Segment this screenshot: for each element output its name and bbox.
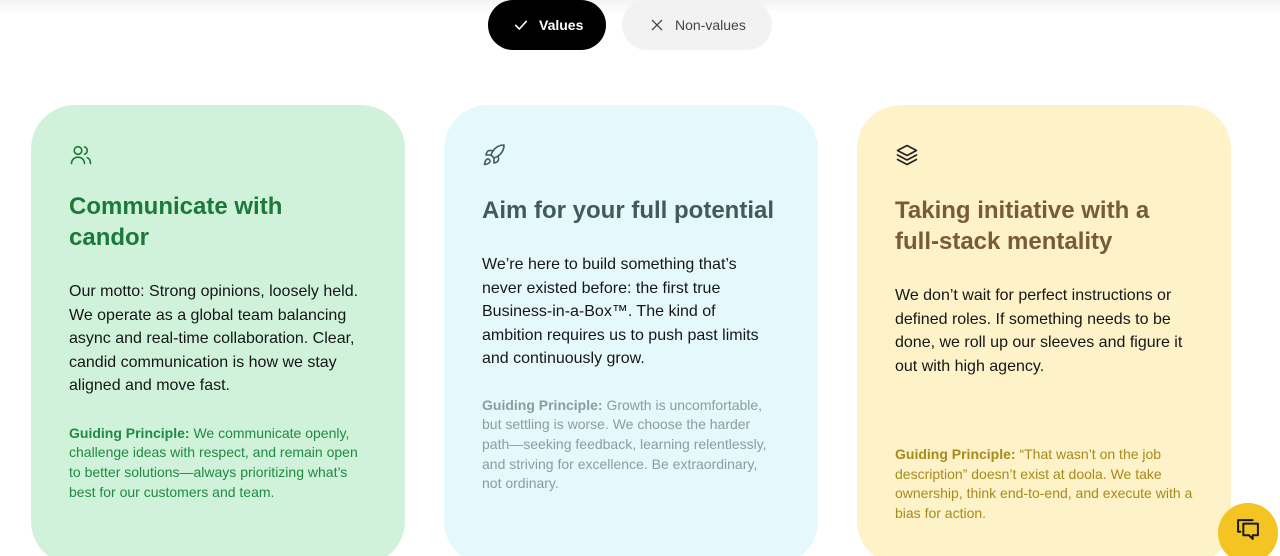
card-title: Communicate with candor — [69, 193, 283, 251]
card-description: We don’t wait for perfect instructions o… — [895, 287, 1183, 375]
card-title: Aim for your full potential — [482, 197, 774, 224]
guiding-principle: Guiding Principle: Growth is uncomfortab… — [482, 396, 780, 495]
values-tab[interactable]: Values — [488, 0, 606, 50]
value-card-initiative: Taking initiative with a full-stack ment… — [857, 105, 1231, 556]
guiding-principle-label: Guiding Principle: — [895, 446, 1016, 462]
card-description: We’re here to build something that’s nev… — [482, 256, 759, 367]
value-card-candor: Communicate with candor Our motto: Stron… — [31, 105, 405, 556]
chat-launcher-button[interactable] — [1218, 503, 1278, 556]
close-icon — [651, 19, 663, 31]
non-values-tab[interactable]: Non-values — [622, 0, 772, 50]
values-tab-label: Values — [539, 17, 584, 33]
chat-bubbles-icon — [1237, 519, 1259, 540]
users-icon — [69, 143, 93, 167]
guiding-principle: Guiding Principle: “That wasn’t on the j… — [895, 445, 1193, 524]
values-toggle-group: Values Non-values — [488, 0, 772, 50]
check-icon — [514, 20, 528, 30]
card-description: Our motto: Strong opinions, loosely held… — [69, 283, 359, 394]
layers-icon — [895, 143, 919, 167]
guiding-principle-label: Guiding Principle: — [69, 424, 190, 441]
value-card-potential: Aim for your full potential We’re here t… — [444, 105, 818, 556]
guiding-principle: Guiding Principle: We communicate openly… — [69, 424, 367, 503]
guiding-principle-label: Guiding Principle: — [482, 396, 603, 413]
rocket-icon — [482, 143, 506, 167]
non-values-tab-label: Non-values — [675, 17, 746, 33]
card-title: Taking initiative with a full-stack ment… — [895, 197, 1150, 255]
